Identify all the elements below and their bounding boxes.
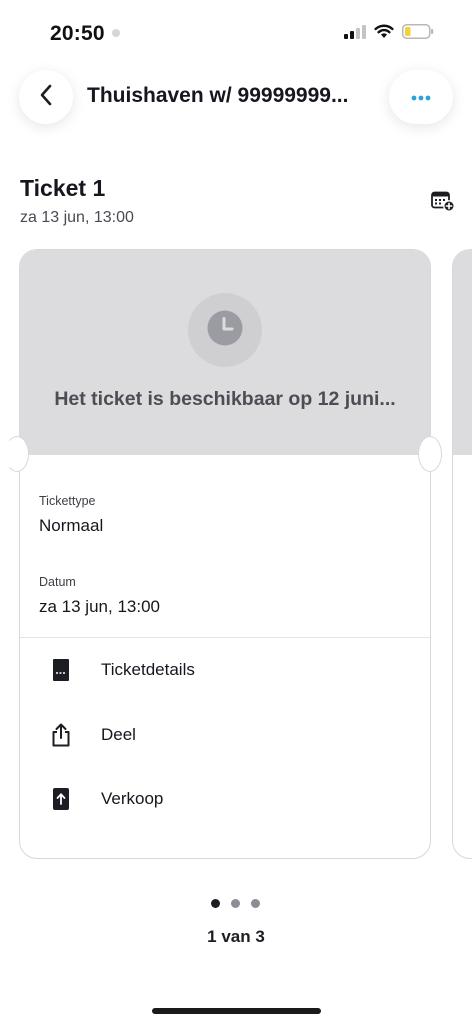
field-label-datum: Datum — [39, 575, 76, 589]
next-ticket-card-peek[interactable] — [452, 249, 472, 859]
ticket-date: za 13 jun, 13:00 — [20, 209, 134, 226]
add-to-calendar-button[interactable] — [431, 190, 455, 212]
status-icons — [344, 24, 434, 44]
card-notch-right — [418, 436, 442, 472]
add-to-calendar-icon — [431, 191, 455, 216]
chevron-left-icon — [39, 84, 53, 111]
ticket-card: Het ticket is beschikbaar op 12 juni... … — [19, 249, 431, 859]
ticket-icon — [48, 657, 74, 683]
action-verkoop[interactable]: Verkoop — [20, 774, 430, 826]
nav-header: Thuishaven w/ 99999999... — [0, 62, 472, 142]
action-label: Deel — [101, 725, 136, 744]
action-label: Ticketdetails — [101, 660, 195, 679]
field-value-tickettype: Normaal — [39, 516, 104, 535]
field-label-tickettype: Tickettype — [39, 494, 96, 508]
more-dots-icon — [411, 88, 431, 106]
action-deel[interactable]: Deel — [20, 710, 430, 762]
event-title: Thuishaven w/ 99999999... — [87, 84, 349, 107]
wifi-icon — [374, 24, 394, 44]
availability-text: Het ticket is beschikbaar op 12 juni... — [54, 388, 396, 410]
back-button[interactable] — [19, 70, 73, 124]
card-notch-left — [5, 436, 29, 472]
field-value-datum: za 13 jun, 13:00 — [39, 597, 160, 616]
pagination-dot[interactable] — [251, 899, 260, 908]
clock-icon — [207, 310, 243, 351]
status-time: 20:50 — [50, 22, 105, 45]
page-count: 1 van 3 — [207, 927, 265, 946]
action-ticketdetails[interactable]: Ticketdetails — [20, 645, 430, 697]
signal-icon — [344, 24, 366, 44]
action-label: Verkoop — [101, 789, 164, 808]
clock-icon-wrapper — [188, 293, 262, 367]
card-divider — [20, 637, 430, 638]
location-indicator-icon — [112, 29, 120, 37]
ticket-availability-panel: Het ticket is beschikbaar op 12 juni... — [20, 250, 430, 455]
ticket-title: Ticket 1 — [20, 175, 106, 201]
next-ticket-card-top — [453, 250, 472, 455]
pagination-dot[interactable] — [231, 899, 240, 908]
home-indicator[interactable] — [152, 1008, 321, 1014]
battery-icon — [402, 24, 434, 44]
sell-icon — [48, 786, 74, 812]
share-icon — [48, 722, 74, 748]
pagination-dots[interactable] — [211, 899, 260, 908]
status-bar: 20:50 — [0, 0, 472, 62]
more-options-button[interactable] — [389, 70, 453, 124]
pagination-dot-active[interactable] — [211, 899, 220, 908]
